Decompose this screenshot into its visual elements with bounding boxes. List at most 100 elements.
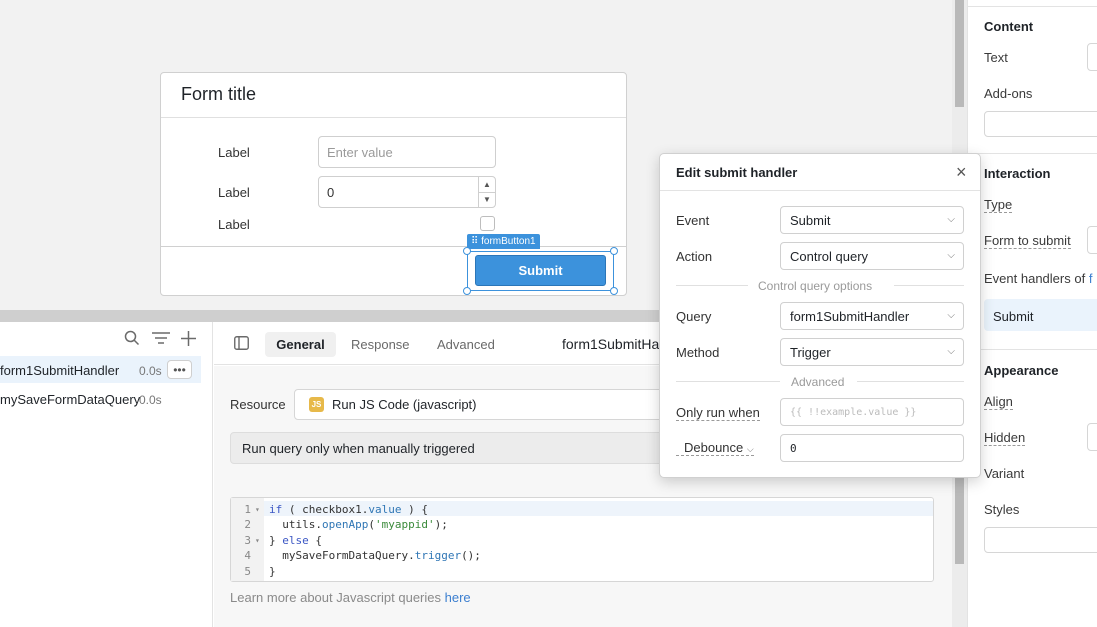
checkbox[interactable] [480, 216, 495, 231]
line-number: 3 [244, 534, 251, 547]
chevron-down-icon[interactable]: ▼ [479, 193, 495, 208]
form-footer-divider [161, 246, 626, 247]
form-to-submit-label: Form to submit [984, 233, 1071, 249]
resize-handle[interactable] [610, 247, 618, 255]
section-label: Control query options [758, 279, 873, 293]
javascript-icon: JS [309, 397, 324, 412]
resource-value: Run JS Code (javascript) [332, 397, 477, 412]
form-title: Form title [181, 84, 257, 104]
query-value: form1SubmitHandler [790, 308, 910, 324]
line-number: 2 [244, 518, 251, 531]
text-input[interactable] [1087, 43, 1097, 71]
addons-box[interactable] [984, 111, 1097, 137]
code-line: utils.openApp('myappid'); [269, 518, 448, 531]
fold-icon[interactable]: ▾ [255, 505, 260, 514]
code-line: if ( checkbox1.value ) { [269, 503, 428, 516]
hidden-toggle[interactable] [1087, 423, 1097, 451]
action-label: Action [676, 249, 713, 264]
styles-label: Styles [984, 502, 1020, 517]
only-run-when-input[interactable]: {{ !!example.value }} [780, 398, 964, 426]
learn-more-link[interactable]: here [445, 590, 471, 605]
form-header-divider [161, 117, 626, 118]
line-number: 5 [244, 565, 251, 578]
section-label: Advanced [791, 375, 845, 389]
search-icon[interactable] [124, 330, 140, 351]
fold-icon[interactable]: ▾ [255, 536, 260, 545]
event-value: Submit [790, 212, 831, 228]
resize-handle[interactable] [610, 287, 618, 295]
debounce-input[interactable]: 0 [780, 434, 964, 462]
styles-box[interactable] [984, 527, 1097, 553]
addons-label: Add-ons [984, 86, 1033, 101]
code-line: mySaveFormDataQuery.trigger(); [269, 549, 481, 562]
method-value: Trigger [790, 344, 831, 360]
divider [894, 285, 964, 286]
variant-label: Variant [984, 466, 1025, 481]
query-select[interactable]: form1SubmitHandler ⌵ [780, 302, 964, 330]
query-title[interactable]: form1SubmitHa [562, 336, 659, 352]
submit-button[interactable]: Submit [475, 255, 606, 286]
field-label: Label [218, 217, 250, 232]
chevron-down-icon: ⌵ [746, 444, 754, 454]
field-label: Label [218, 145, 250, 160]
divider [857, 381, 964, 382]
divider [660, 190, 980, 191]
action-select[interactable]: Control query ⌵ [780, 242, 964, 270]
query-label: Query [676, 309, 712, 324]
code-line: } else { [269, 534, 322, 547]
line-number: 1 [244, 503, 251, 516]
resize-handle[interactable] [463, 287, 471, 295]
close-icon[interactable]: × [956, 162, 967, 183]
event-select[interactable]: Submit ⌵ [780, 206, 964, 234]
selected-component-tag[interactable]: ⠿ formButton1 [467, 234, 540, 249]
event-handlers-label: Event handlers of f [984, 271, 1093, 286]
tab-advanced[interactable]: Advanced [437, 337, 495, 352]
divider [967, 6, 1097, 7]
number-input[interactable]: 0 [318, 176, 496, 208]
align-label: Align [984, 394, 1013, 410]
chevron-down-icon: ⌵ [947, 250, 955, 261]
resource-label: Resource [230, 397, 286, 412]
canvas-scrollbar-thumb[interactable] [955, 0, 964, 107]
divider [676, 285, 748, 286]
tab-general[interactable]: General [265, 332, 336, 357]
query-name[interactable]: form1SubmitHandler [0, 363, 119, 378]
resize-handle[interactable] [463, 247, 471, 255]
edit-submit-handler-modal: Edit submit handler × Event Submit ⌵ Acti… [659, 153, 981, 478]
query-name[interactable]: mySaveFormDataQuery [0, 392, 140, 407]
form-to-submit-select[interactable] [1087, 226, 1097, 254]
action-value: Control query [790, 248, 869, 264]
section-heading: Interaction [984, 166, 1051, 181]
tab-response[interactable]: Response [351, 337, 410, 352]
code-line: } [269, 565, 276, 578]
chevron-down-icon: ⌵ [947, 310, 955, 321]
chevron-down-icon: ⌵ [947, 346, 955, 357]
line-number: 4 [244, 549, 251, 562]
query-runtime: 0.0s [139, 364, 162, 378]
method-label: Method [676, 345, 720, 360]
chevron-up-icon[interactable]: ▲ [479, 177, 495, 193]
sidebar-toggle-icon[interactable] [234, 336, 249, 353]
field-label: Label [218, 185, 250, 200]
learn-more-text: Learn more about Javascript queries here [230, 590, 471, 605]
only-run-when-label: Only run when [676, 405, 760, 421]
section-heading: Appearance [984, 363, 1059, 378]
number-stepper[interactable]: ▲ ▼ [478, 177, 495, 207]
add-icon[interactable] [181, 331, 196, 351]
text-input[interactable]: Enter value [318, 136, 496, 168]
chevron-down-icon: ⌵ [947, 214, 955, 225]
debounce-selector[interactable]: Debounce ⌵ [676, 440, 754, 456]
modal-title: Edit submit handler [676, 165, 798, 180]
event-handler-label: Submit [993, 309, 1034, 324]
more-options-button[interactable]: ••• [167, 360, 192, 379]
event-label: Event [676, 213, 710, 228]
trigger-mode-value: Run query only when manually triggered [242, 441, 475, 456]
divider [967, 349, 1097, 350]
filter-icon[interactable] [152, 331, 170, 350]
divider [676, 381, 780, 382]
code-editor[interactable]: 1 ▾ if ( checkbox1.value ) { 2 utils.ope… [230, 497, 934, 582]
method-select[interactable]: Trigger ⌵ [780, 338, 964, 366]
text-label: Text [984, 50, 1008, 65]
section-heading: Content [984, 19, 1034, 34]
divider [967, 153, 1097, 154]
